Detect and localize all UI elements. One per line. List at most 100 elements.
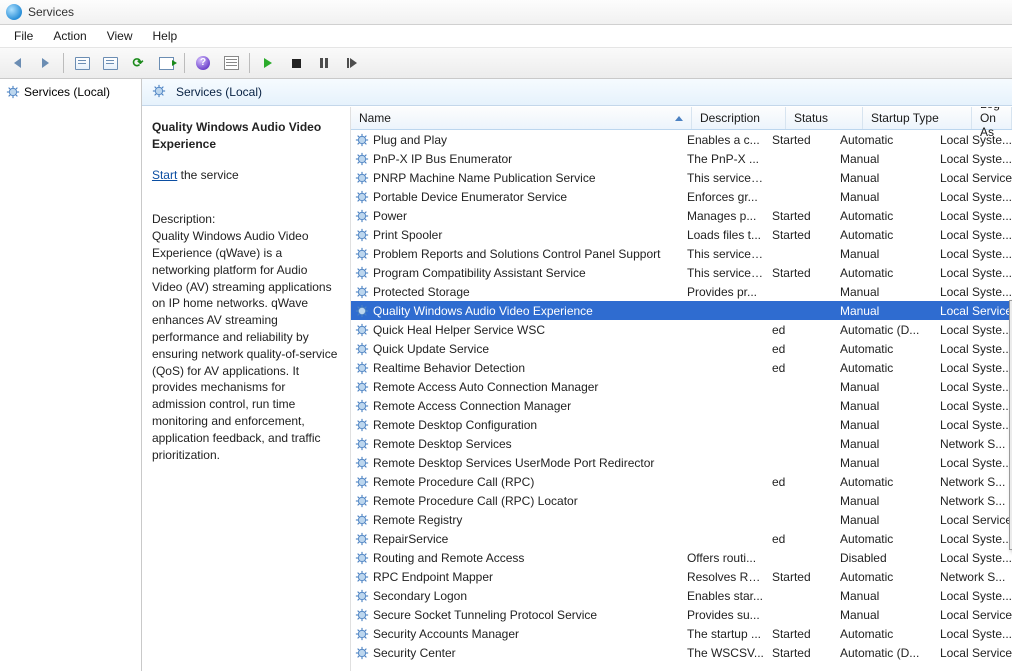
service-row[interactable]: Remote Desktop ConfigurationManualLocal … <box>351 415 1012 434</box>
restart-service-button[interactable] <box>339 50 365 76</box>
column-header-status[interactable]: Status <box>786 107 863 129</box>
service-status: Started <box>764 627 832 641</box>
menu-help[interactable]: Help <box>143 27 188 45</box>
refresh-icon: ⟳ <box>133 55 144 71</box>
gear-icon <box>355 171 369 185</box>
service-row[interactable]: Routing and Remote AccessOffers routi...… <box>351 548 1012 567</box>
toolbar-separator <box>184 53 185 73</box>
service-status: ed <box>764 475 832 489</box>
service-row[interactable]: Quality Windows Audio Video ExperienceMa… <box>351 301 1012 320</box>
gear-icon <box>355 494 369 508</box>
service-row[interactable]: Print SpoolerLoads files t...StartedAuto… <box>351 225 1012 244</box>
tree-item-services-local[interactable]: Services (Local) <box>0 83 141 101</box>
properties-icon <box>224 56 239 70</box>
service-row[interactable]: Remote RegistryManualLocal Service <box>351 510 1012 529</box>
service-row[interactable]: Secondary LogonEnables star...ManualLoca… <box>351 586 1012 605</box>
service-row[interactable]: Remote Desktop Services UserMode Port Re… <box>351 453 1012 472</box>
stop-service-button[interactable] <box>283 50 309 76</box>
service-row[interactable]: Remote Procedure Call (RPC) LocatorManua… <box>351 491 1012 510</box>
service-row[interactable]: Quick Update ServiceedAutomaticLocal Sys… <box>351 339 1012 358</box>
service-row[interactable]: Realtime Behavior DetectionedAutomaticLo… <box>351 358 1012 377</box>
column-header-name[interactable]: Name <box>351 107 692 129</box>
export-button[interactable] <box>153 50 179 76</box>
service-row[interactable]: Security Accounts ManagerThe startup ...… <box>351 624 1012 643</box>
show-hide-tree-button[interactable] <box>69 50 95 76</box>
service-status: Started <box>764 228 832 242</box>
service-logon: Local Syste... <box>932 285 1012 299</box>
service-row[interactable]: Remote Access Connection ManagerManualLo… <box>351 396 1012 415</box>
service-name: Remote Desktop Services UserMode Port Re… <box>373 456 654 470</box>
service-description: Enables a c... <box>679 133 764 147</box>
service-status: Started <box>764 133 832 147</box>
service-row[interactable]: PowerManages p...StartedAutomaticLocal S… <box>351 206 1012 225</box>
service-startup: Automatic (D... <box>832 646 932 660</box>
service-rows: Plug and PlayEnables a c...StartedAutoma… <box>351 130 1012 671</box>
gear-icon <box>355 342 369 356</box>
gear-icon <box>355 456 369 470</box>
window-title: Services <box>28 5 74 19</box>
service-name: Remote Desktop Configuration <box>373 418 537 432</box>
toolbar-separator <box>63 53 64 73</box>
gear-icon <box>355 399 369 413</box>
column-header-logon-label: Log On As <box>980 107 1003 139</box>
service-startup: Manual <box>832 152 932 166</box>
restart-icon <box>347 58 357 68</box>
arrow-right-icon <box>42 58 49 68</box>
service-name: Protected Storage <box>373 285 470 299</box>
service-description: Enforces gr... <box>679 190 764 204</box>
service-startup: Manual <box>832 589 932 603</box>
gear-icon <box>355 646 369 660</box>
column-header-logon[interactable]: Log On As <box>972 107 1012 129</box>
service-row[interactable]: Program Compatibility Assistant ServiceT… <box>351 263 1012 282</box>
service-row[interactable]: Secure Socket Tunneling Protocol Service… <box>351 605 1012 624</box>
pause-service-button[interactable] <box>311 50 337 76</box>
menu-action[interactable]: Action <box>43 27 96 45</box>
column-header-description[interactable]: Description <box>692 107 786 129</box>
service-row[interactable]: PNRP Machine Name Publication ServiceThi… <box>351 168 1012 187</box>
service-description: This service ... <box>679 247 764 261</box>
service-row[interactable]: RPC Endpoint MapperResolves RP...Started… <box>351 567 1012 586</box>
start-service-button[interactable] <box>255 50 281 76</box>
service-row[interactable]: RepairServiceedAutomaticLocal Syste... <box>351 529 1012 548</box>
service-row[interactable]: Remote Desktop ServicesManualNetwork S..… <box>351 434 1012 453</box>
service-description: Offers routi... <box>679 551 764 565</box>
service-logon: Local Syste... <box>932 152 1012 166</box>
service-description: Enables star... <box>679 589 764 603</box>
service-row[interactable]: Remote Access Auto Connection ManagerMan… <box>351 377 1012 396</box>
gear-icon <box>355 361 369 375</box>
service-startup: Manual <box>832 304 932 318</box>
service-logon: Network S... <box>932 437 1012 451</box>
service-row[interactable]: Remote Procedure Call (RPC)edAutomaticNe… <box>351 472 1012 491</box>
details-button[interactable] <box>97 50 123 76</box>
service-logon: Local Syste... <box>932 380 1012 394</box>
service-row[interactable]: PnP-X IP Bus EnumeratorThe PnP-X ...Manu… <box>351 149 1012 168</box>
start-service-link[interactable]: Start <box>152 168 177 182</box>
service-logon: Local Syste... <box>932 361 1012 375</box>
service-name: Portable Device Enumerator Service <box>373 190 567 204</box>
menu-view[interactable]: View <box>97 27 143 45</box>
gear-icon <box>355 380 369 394</box>
service-logon: Local Syste... <box>932 209 1012 223</box>
service-row[interactable]: Protected StorageProvides pr...ManualLoc… <box>351 282 1012 301</box>
service-row[interactable]: Security CenterThe WSCSV...StartedAutoma… <box>351 643 1012 662</box>
service-description: The PnP-X ... <box>679 152 764 166</box>
service-row[interactable]: Plug and PlayEnables a c...StartedAutoma… <box>351 130 1012 149</box>
service-row[interactable]: Problem Reports and Solutions Control Pa… <box>351 244 1012 263</box>
gear-icon <box>355 589 369 603</box>
nav-back-button[interactable] <box>4 50 30 76</box>
column-header-name-label: Name <box>359 111 391 125</box>
service-row[interactable]: Portable Device Enumerator Service Enforc… <box>351 187 1012 206</box>
service-row[interactable]: Quick Heal Helper Service WSCedAutomatic… <box>351 320 1012 339</box>
menu-file[interactable]: File <box>4 27 43 45</box>
services-list: Name Description Status Startup Type Log… <box>351 107 1012 671</box>
column-header-startup[interactable]: Startup Type <box>863 107 972 129</box>
help-button[interactable]: ? <box>190 50 216 76</box>
service-name: Security Accounts Manager <box>373 627 519 641</box>
service-logon: Local Syste... <box>932 342 1012 356</box>
service-startup: Manual <box>832 399 932 413</box>
stop-icon <box>292 59 301 68</box>
nav-forward-button[interactable] <box>32 50 58 76</box>
refresh-button[interactable]: ⟳ <box>125 50 151 76</box>
help-icon: ? <box>196 56 210 70</box>
properties-button[interactable] <box>218 50 244 76</box>
